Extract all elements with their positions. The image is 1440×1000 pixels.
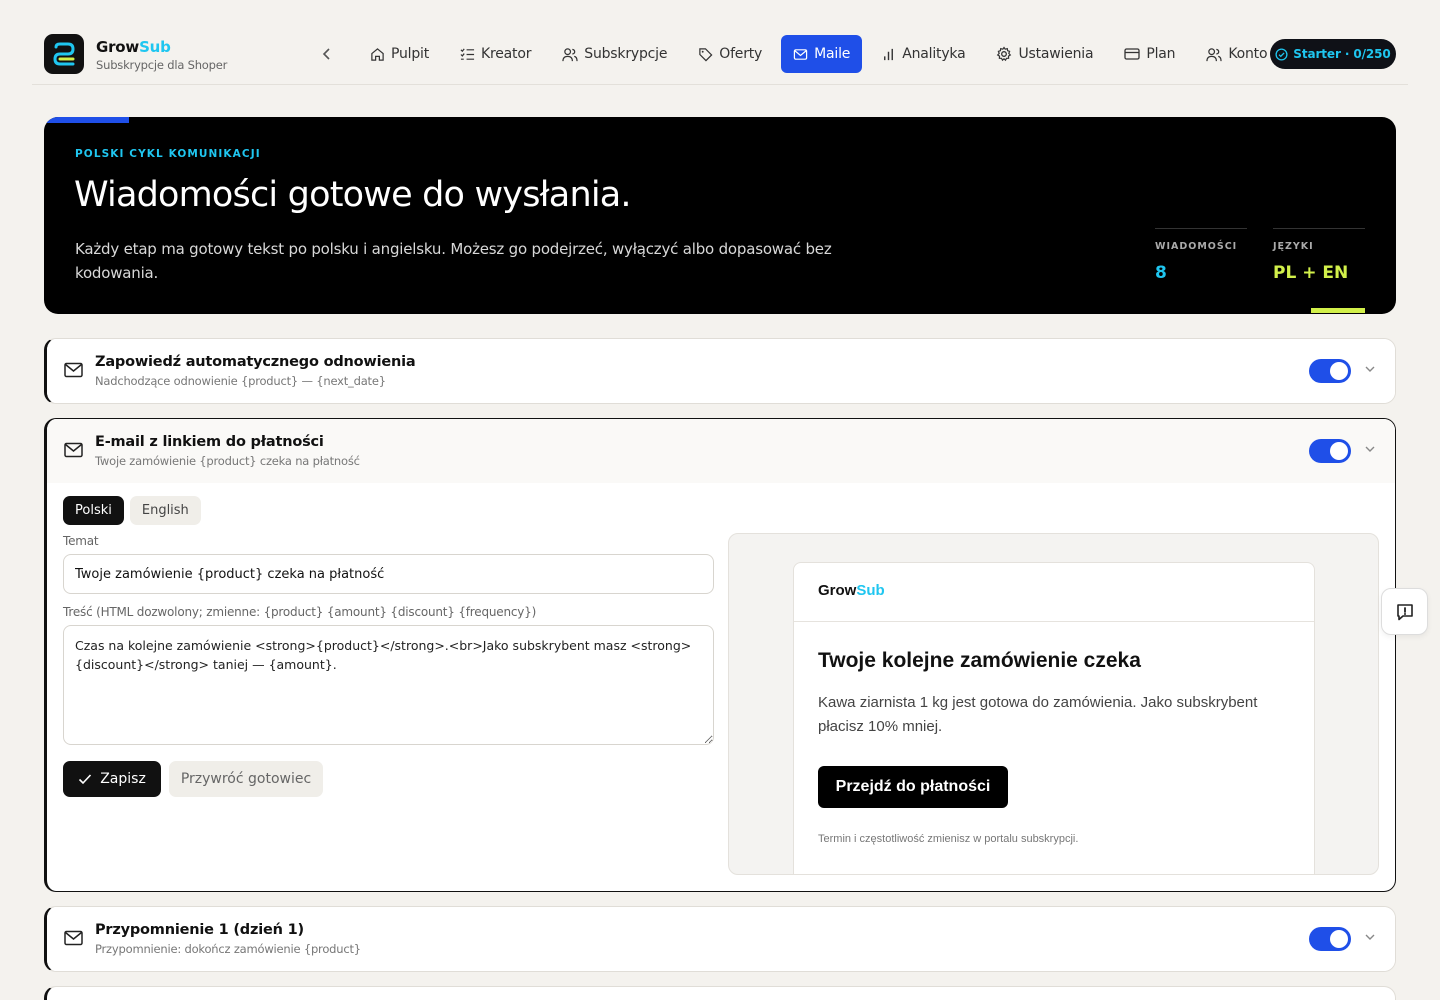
preview-brand: GrowSub [818,582,885,599]
chevron-down-icon[interactable] [1363,930,1377,944]
brand-subtitle: Subskrypcje dla Shoper [96,58,228,72]
home-icon [371,47,384,61]
stat-messages: WIADOMOŚCI 8 [1155,228,1247,283]
email-preview-card: GrowSub Twoje kolejne zamówienie czeka K… [793,562,1315,874]
mail-icon [64,930,83,946]
toggle-knob [1330,442,1348,460]
app-logo[interactable] [44,34,84,74]
card-subtitle: Twoje zamówienie {product} czeka na płat… [95,454,360,468]
preview-footer: Termin i częstotliwość zmienisz w portal… [818,833,1079,845]
top-bar: GrowSub Subskrypcje dla Shoper Pulpit Kr… [32,24,1408,85]
stat-value: PL + EN [1273,263,1349,283]
bar-chart-icon [884,48,894,60]
user-icon [1206,47,1222,61]
restore-default-button[interactable]: Przywróć gotowiec [169,761,323,797]
card-header[interactable]: Przypomnienie 1 (dzień 1) Przypomnienie:… [47,907,1395,971]
tag-icon [699,47,713,61]
chevron-left-icon [322,48,330,60]
toggle-knob [1330,930,1348,948]
preview-cta-button: Przejdź do płatności [818,766,1008,808]
card-subtitle: Nadchodzące odnowienie {product} — {next… [95,374,386,388]
tab-english[interactable]: English [129,496,201,525]
feedback-icon [1396,603,1413,620]
nav-item-konto[interactable]: Konto [1194,35,1279,73]
nav-item-oferty[interactable]: Oferty [686,35,774,73]
subject-input[interactable] [63,554,714,594]
tab-polski[interactable]: Polski [63,496,124,525]
nav-item-subskrypcje[interactable]: Subskrypcje [550,35,679,73]
nav-item-analityka[interactable]: Analityka [869,35,977,73]
page-title: Wiadomości gotowe do wysłania. [74,175,632,215]
main-nav: Pulpit Kreator Subskrypcje Oferty Maile … [316,35,1286,73]
hero-accent-bar [44,117,129,123]
logo-icon [53,42,75,66]
chevron-down-icon[interactable] [1363,362,1377,376]
list-icon [460,47,475,60]
chevron-down-icon[interactable] [1363,442,1377,456]
feedback-button[interactable] [1381,588,1428,635]
card-title: Przypomnienie 1 (dzień 1) [95,922,304,938]
nav-item-ustawienia[interactable]: Ustawienia [984,35,1105,73]
card-title: E-mail z linkiem do płatności [95,434,324,450]
toggle-knob [1330,362,1348,380]
save-button[interactable]: Zapisz [63,761,161,797]
users-icon [562,47,578,61]
hero-accent-bar-bottom [1311,308,1365,313]
email-card-reminder-1: Przypomnienie 1 (dzień 1) Przypomnienie:… [44,906,1396,972]
hero-eyebrow: POLSKI CYKL KOMUNIKACJI [75,148,261,160]
preview-divider [794,621,1314,622]
card-subtitle: Przypomnienie: dokończ zamówienie {produ… [95,942,361,956]
enable-toggle[interactable] [1309,439,1351,463]
stat-languages: JĘZYKI PL + EN [1273,228,1365,283]
enable-toggle[interactable] [1309,359,1351,383]
email-card-renewal: Zapowiedź automatycznego odnowienia Nadc… [44,338,1396,404]
body-label: Treść (HTML dozwolony; zmienne: {product… [63,605,537,619]
nav-item-kreator[interactable]: Kreator [448,35,543,73]
plan-usage-badge[interactable]: Starter · 0/250 [1270,39,1396,69]
enable-toggle[interactable] [1309,927,1351,951]
nav-back-button[interactable] [316,35,338,73]
stat-label: JĘZYKI [1273,241,1314,252]
email-card-payment-link: E-mail z linkiem do płatności Twoje zamó… [44,418,1396,892]
subject-label: Temat [63,534,99,548]
mail-icon [793,48,808,60]
gear-icon [997,46,1012,62]
brand-name: GrowSub [96,38,171,56]
hero-banner: POLSKI CYKL KOMUNIKACJI Wiadomości gotow… [44,117,1396,314]
preview-body: Kawa ziarnista 1 kg jest gotowa do zamów… [818,694,1258,735]
nav-item-plan[interactable]: Plan [1112,35,1187,73]
preview-title: Twoje kolejne zamówienie czeka [818,649,1141,672]
mail-icon [64,362,83,378]
mail-icon [64,442,83,458]
stat-value: 8 [1155,263,1167,283]
card-header[interactable]: Zapowiedź automatycznego odnowienia Nadc… [47,339,1395,403]
hero-description: Każdy etap ma gotowy tekst po polsku i a… [75,240,832,282]
nav-item-pulpit[interactable]: Pulpit [358,35,441,73]
check-icon [79,774,92,785]
check-circle-icon [1275,47,1288,61]
nav-item-maile[interactable]: Maile [781,35,863,73]
email-preview: GrowSub Twoje kolejne zamówienie czeka K… [728,533,1379,875]
stat-label: WIADOMOŚCI [1155,241,1238,252]
language-tabs: Polski English [63,496,207,525]
body-textarea[interactable]: Czas na kolejne zamówienie <strong>{prod… [63,625,714,745]
card-title: Zapowiedź automatycznego odnowienia [95,354,416,370]
card-header[interactable]: E-mail z linkiem do płatności Twoje zamó… [47,419,1395,483]
email-card-next [44,986,1396,1000]
card-icon [1124,48,1141,60]
